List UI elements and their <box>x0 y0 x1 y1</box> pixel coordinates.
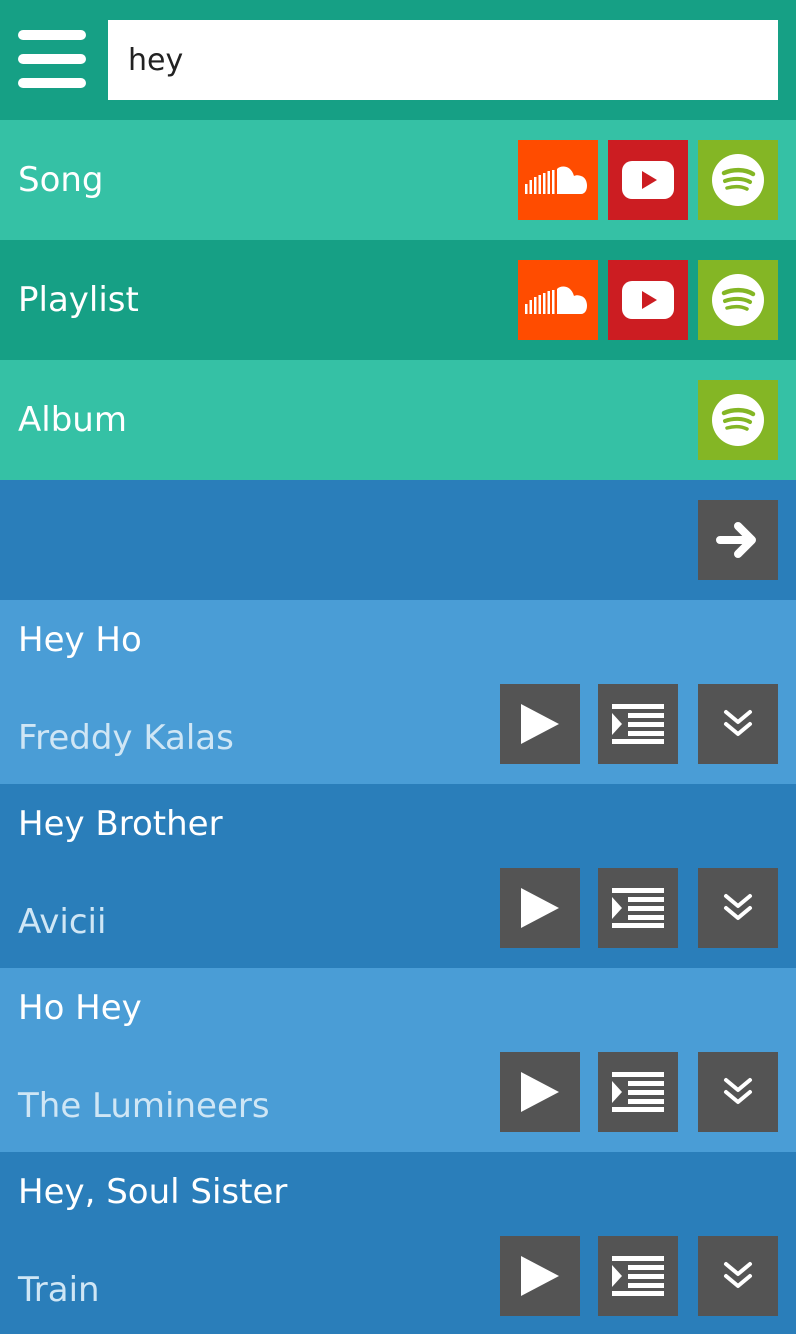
add-to-queue-button[interactable] <box>598 684 678 764</box>
track-title: Hey, Soul Sister <box>18 1172 288 1212</box>
play-button[interactable] <box>500 1052 580 1132</box>
spotify-album-button[interactable] <box>698 380 778 460</box>
results-nav-row <box>0 480 796 600</box>
play-icon <box>521 1072 559 1112</box>
add-to-queue-icon <box>612 1256 664 1296</box>
play-button[interactable] <box>500 868 580 948</box>
youtube-icon <box>622 281 674 319</box>
play-icon <box>521 704 559 744</box>
spotify-icon <box>712 274 764 326</box>
add-to-queue-icon <box>612 888 664 928</box>
track-row: Hey Brother Avicii <box>0 784 796 968</box>
soundcloud-icon <box>525 166 587 194</box>
add-to-queue-icon <box>612 704 664 744</box>
track-row: Ho Hey The Lumineers <box>0 968 796 1152</box>
track-title: Hey Ho <box>18 620 142 660</box>
soundcloud-icon <box>525 286 587 314</box>
track-artist: Freddy Kalas <box>18 718 234 758</box>
source-row-playlist: Playlist <box>0 240 796 360</box>
spotify-playlist-button[interactable] <box>698 260 778 340</box>
soundcloud-song-button[interactable] <box>518 140 598 220</box>
track-row: Hey, Soul Sister Train <box>0 1152 796 1334</box>
youtube-song-button[interactable] <box>608 140 688 220</box>
track-row: Hey Ho Freddy Kalas <box>0 600 796 784</box>
expand-button[interactable] <box>698 1236 778 1316</box>
play-button[interactable] <box>500 684 580 764</box>
add-to-queue-icon <box>612 1072 664 1112</box>
track-title: Ho Hey <box>18 988 142 1028</box>
double-chevron-down-icon <box>724 894 752 920</box>
hamburger-menu-icon[interactable] <box>18 30 86 88</box>
double-chevron-down-icon <box>724 710 752 736</box>
spotify-icon <box>712 154 764 206</box>
spotify-icon <box>712 394 764 446</box>
track-artist: The Lumineers <box>18 1086 270 1126</box>
source-label: Album <box>18 400 127 440</box>
track-artist: Avicii <box>18 902 107 942</box>
youtube-playlist-button[interactable] <box>608 260 688 340</box>
youtube-icon <box>622 161 674 199</box>
track-title: Hey Brother <box>18 804 223 844</box>
expand-button[interactable] <box>698 684 778 764</box>
app-header <box>0 0 796 120</box>
spotify-song-button[interactable] <box>698 140 778 220</box>
play-button[interactable] <box>500 1236 580 1316</box>
double-chevron-down-icon <box>724 1078 752 1104</box>
play-icon <box>521 888 559 928</box>
expand-button[interactable] <box>698 868 778 948</box>
double-chevron-down-icon <box>724 1262 752 1288</box>
add-to-queue-button[interactable] <box>598 1236 678 1316</box>
next-button[interactable] <box>698 500 778 580</box>
soundcloud-playlist-button[interactable] <box>518 260 598 340</box>
track-artist: Train <box>18 1270 100 1310</box>
source-row-song: Song <box>0 120 796 240</box>
expand-button[interactable] <box>698 1052 778 1132</box>
source-row-album: Album <box>0 360 796 480</box>
search-input[interactable] <box>108 20 778 100</box>
source-label: Song <box>18 160 104 200</box>
add-to-queue-button[interactable] <box>598 1052 678 1132</box>
source-label: Playlist <box>18 280 139 320</box>
add-to-queue-button[interactable] <box>598 868 678 948</box>
play-icon <box>521 1256 559 1296</box>
arrow-right-icon <box>716 522 756 558</box>
